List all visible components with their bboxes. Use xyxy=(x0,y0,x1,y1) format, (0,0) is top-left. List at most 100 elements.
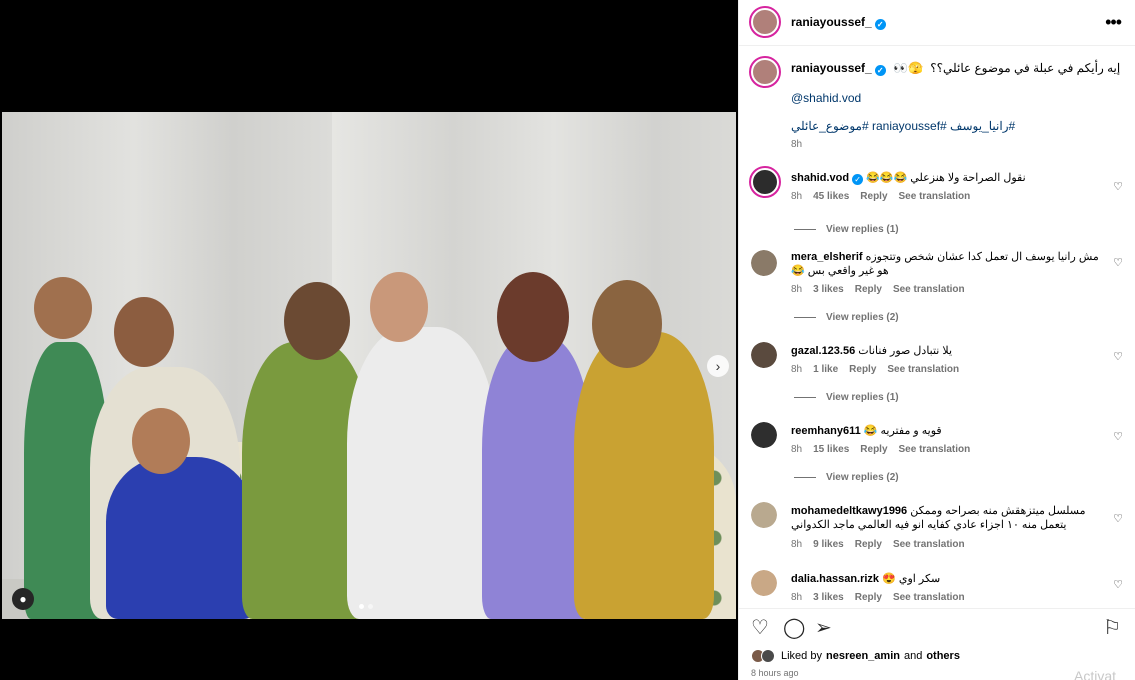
author-username-text[interactable]: raniayoussef_ xyxy=(791,15,872,29)
comment-translate-button[interactable]: See translation xyxy=(893,284,965,295)
liked-by-user[interactable]: nesreen_amin xyxy=(826,650,900,662)
bookmark-icon[interactable]: ⚐ xyxy=(1103,617,1121,639)
comment-heart-icon[interactable]: ♡ xyxy=(1113,180,1123,193)
activate-windows-watermark: Activat xyxy=(1074,668,1117,680)
carousel-dot xyxy=(359,604,364,609)
comment-heart-icon[interactable]: ♡ xyxy=(1113,256,1123,269)
comment-item: gazal.123.56 يلا نتبادل صور فنانات 8h 1 l… xyxy=(739,342,1135,422)
comment-username[interactable]: gazal.123.56 xyxy=(791,345,855,357)
comment-likes[interactable]: 3 likes xyxy=(813,592,844,603)
comment-reply-button[interactable]: Reply xyxy=(860,191,887,202)
comment-item: mera_elsherif مش رانيا يوسف ال تعمل كدا … xyxy=(739,248,1135,342)
comment-translate-button[interactable]: See translation xyxy=(887,364,959,375)
post-header: raniayoussef_ ✓ ••• xyxy=(739,0,1135,46)
author-avatar[interactable] xyxy=(749,6,781,38)
comment-username[interactable]: mera_elsherif xyxy=(791,251,863,263)
comment-text: يلا نتبادل صور فنانات xyxy=(858,345,953,357)
view-replies-text[interactable]: View replies (1) xyxy=(826,224,899,235)
caption-text: إيه رأيكم في عبلة في موضوع عائلي؟؟ xyxy=(930,61,1121,75)
post-side-panel: raniayoussef_ ✓ ••• raniayoussef_ ✓ 👀🫣 إيه… xyxy=(738,0,1135,680)
photo-person-man-head xyxy=(370,272,428,342)
comment-username[interactable]: reemhany611 xyxy=(791,425,861,437)
caption-author-username[interactable]: raniayoussef_ ✓ xyxy=(791,61,886,76)
comment-translate-button[interactable]: See translation xyxy=(899,191,971,202)
comment-text: نقول الصراحة ولا هنزعلي 😂😂😂 xyxy=(866,172,1026,184)
liker-avatar xyxy=(761,649,775,663)
verified-icon: ✓ xyxy=(852,174,864,185)
next-photo-button[interactable]: › xyxy=(707,355,729,377)
media-pane: › ● xyxy=(0,0,738,680)
comment-icon[interactable]: ◯ xyxy=(783,617,805,639)
comment-heart-icon[interactable]: ♡ xyxy=(1113,578,1123,591)
comment-translate-button[interactable]: See translation xyxy=(893,539,965,550)
post-time-ago[interactable]: 8 hours ago xyxy=(751,668,799,678)
comment-likes[interactable]: 1 like xyxy=(813,364,838,375)
comment-likes[interactable]: 9 likes xyxy=(813,539,844,550)
view-replies-text[interactable]: View replies (1) xyxy=(826,392,899,403)
liked-by-label: Liked by xyxy=(781,650,822,662)
more-options-icon[interactable]: ••• xyxy=(1105,12,1122,33)
post-photo[interactable] xyxy=(2,112,736,619)
comments-list: shahid.vod ✓ نقول الصراحة ولا هنزعلي 😂😂😂 … xyxy=(739,160,1135,608)
photo-person-woman-purple-head xyxy=(497,272,569,362)
liked-by-row: Liked by nesreen_amin and others xyxy=(751,649,960,663)
comment-text: قويه و مفتريه 😂 xyxy=(863,425,942,437)
liked-by-and: and xyxy=(903,650,923,662)
photo-person-woman-yellow xyxy=(574,332,714,619)
comment-item: dalia.hassan.rizk سكر اوي 😍 8h 3 likes Rep… xyxy=(739,568,1135,608)
photo-person-woman-green-head xyxy=(284,282,350,360)
comment-reply-button[interactable]: Reply xyxy=(855,284,882,295)
photo-person-teen-head xyxy=(132,408,190,474)
comment-item: reemhany611 قويه و مفتريه 😂 8h 15 likes Re… xyxy=(739,422,1135,502)
comment-username[interactable]: mohamedeltkawy1996 xyxy=(791,505,907,517)
comment-translate-button[interactable]: See translation xyxy=(893,592,965,603)
photo-person-teen xyxy=(106,457,256,619)
caption-author-avatar[interactable] xyxy=(749,56,781,88)
comment-avatar[interactable] xyxy=(751,502,777,528)
comment-heart-icon[interactable]: ♡ xyxy=(1113,512,1123,525)
comment-username[interactable]: dalia.hassan.rizk xyxy=(791,573,879,585)
comment-avatar[interactable] xyxy=(751,422,777,448)
comment-avatar[interactable] xyxy=(751,570,777,596)
view-replies-text[interactable]: View replies (2) xyxy=(826,472,899,483)
carousel-dots xyxy=(359,604,373,609)
photo-person-woman-yellow-head xyxy=(592,280,662,368)
comment-reply-button[interactable]: Reply xyxy=(860,444,887,455)
comment-time: 8h xyxy=(791,284,803,295)
caption-hashtags[interactable]: #رانيا_يوسف #raniayoussef #موضوع_عائلي xyxy=(791,119,1015,133)
liked-by-others[interactable]: others xyxy=(926,650,960,662)
caption-mention[interactable]: @shahid.vod xyxy=(791,91,861,105)
heart-icon[interactable]: ♡ xyxy=(751,617,769,639)
caption-author-username-text[interactable]: raniayoussef_ xyxy=(791,61,872,75)
caption-emoji: 👀🫣 xyxy=(893,61,923,75)
comment-avatar[interactable] xyxy=(751,250,777,276)
comment-item: shahid.vod ✓ نقول الصراحة ولا هنزعلي 😂😂😂 … xyxy=(739,166,1135,246)
comment-text: سكر اوي 😍 xyxy=(882,573,941,585)
comment-time: 8h xyxy=(791,539,803,550)
comment-time: 8h xyxy=(791,191,803,202)
comment-reply-button[interactable]: Reply xyxy=(855,592,882,603)
comment-heart-icon[interactable]: ♡ xyxy=(1113,430,1123,443)
share-icon[interactable]: ➢ xyxy=(815,617,832,639)
photo-person-boy-head xyxy=(34,277,92,339)
view-replies-button[interactable]: View replies (1) xyxy=(794,392,899,403)
comment-heart-icon[interactable]: ♡ xyxy=(1113,350,1123,363)
tagged-users-icon[interactable]: ● xyxy=(12,588,34,610)
photo-person-man xyxy=(347,327,497,619)
comment-time: 8h xyxy=(791,592,803,603)
verified-icon: ✓ xyxy=(874,65,886,76)
comment-translate-button[interactable]: See translation xyxy=(899,444,971,455)
comment-avatar[interactable] xyxy=(749,166,781,198)
view-replies-button[interactable]: View replies (2) xyxy=(794,312,899,323)
view-replies-button[interactable]: View replies (2) xyxy=(794,472,899,483)
comment-username[interactable]: shahid.vod xyxy=(791,172,849,184)
comment-reply-button[interactable]: Reply xyxy=(855,539,882,550)
comment-reply-button[interactable]: Reply xyxy=(849,364,876,375)
view-replies-button[interactable]: View replies (1) xyxy=(794,224,899,235)
comment-likes[interactable]: 3 likes xyxy=(813,284,844,295)
author-username[interactable]: raniayoussef_ ✓ xyxy=(791,15,886,30)
view-replies-text[interactable]: View replies (2) xyxy=(826,312,899,323)
comment-likes[interactable]: 15 likes xyxy=(813,444,849,455)
comment-likes[interactable]: 45 likes xyxy=(813,191,849,202)
comment-avatar[interactable] xyxy=(751,342,777,368)
